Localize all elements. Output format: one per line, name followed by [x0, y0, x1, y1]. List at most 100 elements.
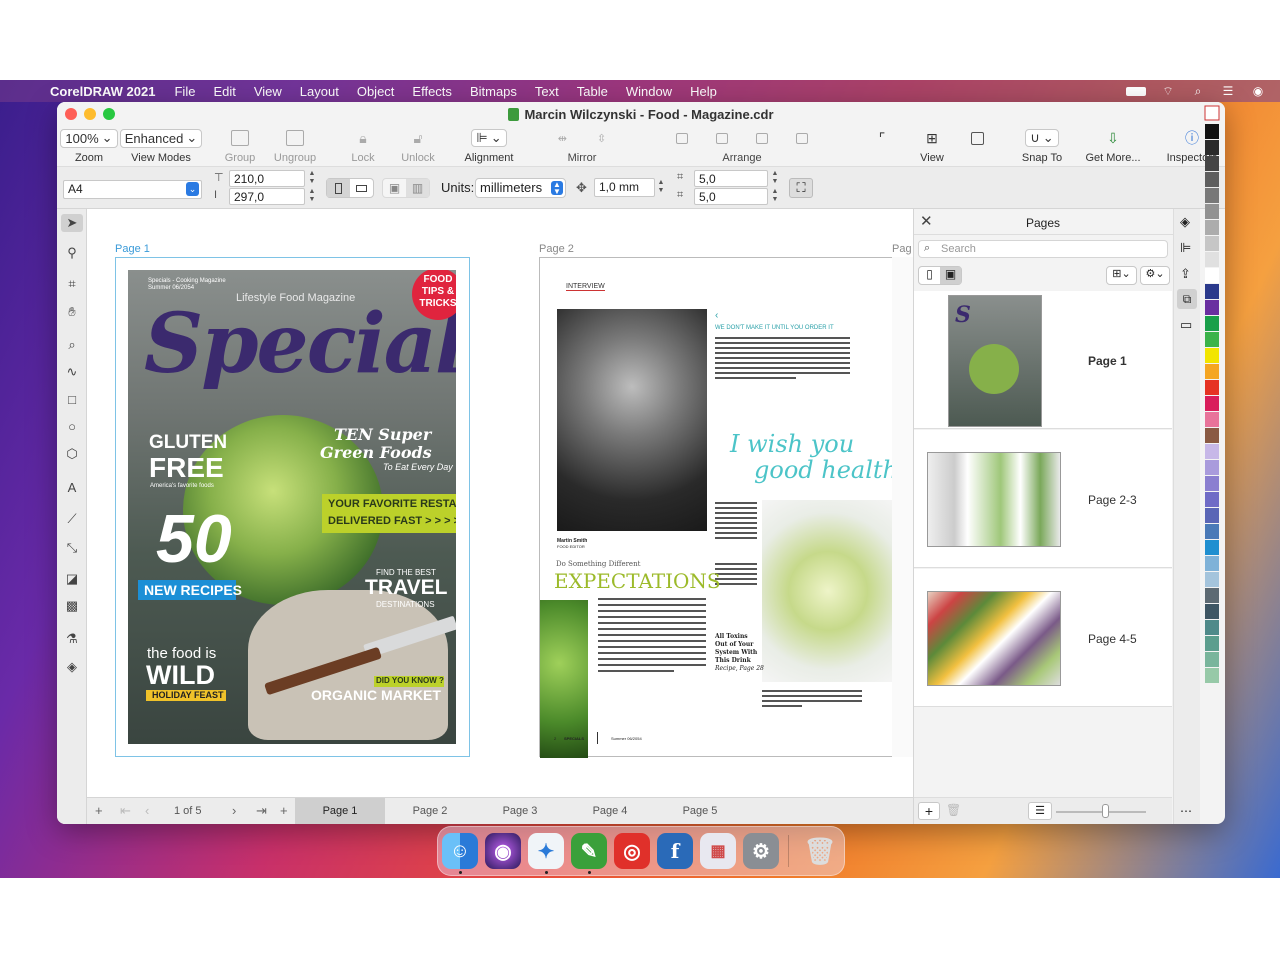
color-swatch[interactable]	[1205, 188, 1219, 203]
nudge-distance-input[interactable]: 1,0 mm	[594, 178, 655, 197]
finder-icon[interactable]: ☺	[442, 833, 478, 869]
trash-icon[interactable]: 🗑︎	[802, 833, 838, 869]
menu-table[interactable]: Table	[577, 84, 608, 99]
pages-docker-icon[interactable]: ⧉	[1177, 289, 1197, 309]
color-swatch[interactable]	[1205, 332, 1219, 347]
more-options-icon[interactable]: ⋯	[1180, 804, 1192, 818]
connector-tool-icon[interactable]: ⤡	[63, 539, 81, 557]
landscape-icon[interactable]	[350, 179, 373, 197]
duplicate-y-stepper[interactable]: ▲ ▼	[771, 188, 779, 205]
ungroup-button[interactable]: Ungroup	[274, 128, 316, 164]
snap-to-button[interactable]: ∪ ⌄ Snap To	[1022, 128, 1062, 164]
pan-tool-icon[interactable]: ✋︎	[63, 303, 81, 321]
tab-page-5[interactable]: Page 5	[655, 798, 745, 824]
alignment-dropdown[interactable]: ⊫ ⌄	[471, 129, 507, 147]
pages-search-input[interactable]: ⌕ Search	[918, 240, 1168, 258]
no-color-swatch[interactable]	[1204, 105, 1220, 121]
freehand-tool-icon[interactable]: ∿	[63, 363, 81, 381]
color-swatch[interactable]	[1205, 316, 1219, 331]
lock-button[interactable]: 🔒︎ Lock	[350, 128, 376, 165]
menu-object[interactable]: Object	[357, 84, 395, 99]
view-button[interactable]: ⊞ View	[917, 128, 947, 165]
tab-page-2[interactable]: Page 2	[385, 798, 475, 824]
menu-help[interactable]: Help	[690, 84, 717, 99]
color-swatch[interactable]	[1205, 396, 1219, 411]
crop-tool-icon[interactable]: ⌗	[63, 275, 81, 293]
color-swatch[interactable]	[1205, 524, 1219, 539]
rulers-button[interactable]	[967, 128, 987, 148]
next-page-icon[interactable]: ›	[232, 803, 236, 818]
color-swatch[interactable]	[1205, 508, 1219, 523]
color-swatch[interactable]	[1205, 204, 1219, 219]
drop-shadow-tool-icon[interactable]: ◪	[63, 570, 81, 588]
group-button[interactable]: Group	[225, 128, 255, 164]
color-swatch[interactable]	[1205, 252, 1219, 267]
trash-icon[interactable]: 🗑︎	[946, 803, 961, 817]
zoom-dropdown[interactable]: 100% ⌄	[60, 128, 118, 148]
thumbnail-size-dropdown[interactable]: ⊞⌄	[1106, 266, 1137, 285]
previous-page-icon[interactable]: ‹	[145, 803, 149, 818]
treat-as-filled-button[interactable]: ⛶	[789, 178, 813, 198]
page-1-thumbnail[interactable]: S	[948, 295, 1042, 427]
page-view-toggle[interactable]: ▯ ▣	[918, 266, 962, 285]
color-swatch[interactable]	[1205, 172, 1219, 187]
magazine-cover[interactable]: Specials - Cooking Magazine Summer 06/20…	[128, 270, 456, 744]
comments-icon[interactable]: ▭	[1180, 317, 1192, 333]
siri-menubar-icon[interactable]: ◉	[1250, 85, 1266, 97]
color-swatch[interactable]	[1205, 492, 1219, 507]
orientation-toggle[interactable]	[326, 178, 374, 198]
coreldraw-icon[interactable]: ✎	[571, 833, 607, 869]
page-apply-toggle[interactable]: ▣ ▥	[382, 178, 430, 198]
color-swatch[interactable]	[1205, 380, 1219, 395]
menu-layout[interactable]: Layout	[300, 84, 339, 99]
color-swatch[interactable]	[1205, 364, 1219, 379]
control-center-icon[interactable]: ☰	[1220, 85, 1236, 97]
menu-view[interactable]: View	[254, 84, 282, 99]
rectangle-tool-icon[interactable]: □	[63, 391, 81, 409]
page-1[interactable]: Specials - Cooking Magazine Summer 06/20…	[115, 257, 470, 757]
text-tool-icon[interactable]: A	[63, 479, 81, 497]
color-swatch[interactable]	[1205, 444, 1219, 459]
color-swatch[interactable]	[1205, 284, 1219, 299]
page-2-3-thumbnail[interactable]	[927, 452, 1061, 547]
objects-icon[interactable]: ⊫	[1180, 240, 1191, 256]
zoom-tool-icon[interactable]: ⌕	[63, 336, 81, 354]
color-swatch[interactable]	[1205, 220, 1219, 235]
menu-effects[interactable]: Effects	[412, 84, 452, 99]
menu-file[interactable]: File	[174, 84, 195, 99]
back-one-icon[interactable]	[756, 132, 768, 144]
snap-to-dropdown[interactable]: ∪ ⌄	[1025, 129, 1059, 147]
drawing-canvas[interactable]: Page 1 Page 2 Pag Specials - Cooking Mag…	[87, 209, 913, 797]
color-swatch[interactable]	[1205, 668, 1219, 683]
menu-text[interactable]: Text	[535, 84, 559, 99]
color-swatch[interactable]	[1205, 588, 1219, 603]
width-stepper[interactable]: ▲ ▼	[308, 170, 316, 187]
to-front-icon[interactable]	[676, 132, 688, 144]
pick-tool-icon[interactable]: ➤	[61, 214, 83, 232]
spread-view-icon[interactable]: ▣	[940, 267, 961, 284]
safari-icon[interactable]: ✦	[528, 833, 564, 869]
single-page-icon[interactable]: ▯	[919, 267, 940, 284]
page-2[interactable]: INTERVIEW Martin Smith FOOD EDITOR ‹ WE …	[539, 257, 913, 758]
color-swatch[interactable]	[1205, 412, 1219, 427]
page-thumbnail-row-1[interactable]: S Page 1	[914, 291, 1172, 429]
polygon-tool-icon[interactable]: ⬡	[63, 445, 81, 463]
color-swatch[interactable]	[1205, 540, 1219, 555]
get-more-button[interactable]: ⇩ Get More...	[1085, 128, 1140, 165]
font-app-icon[interactable]: f	[657, 833, 693, 869]
color-swatch[interactable]	[1205, 236, 1219, 251]
color-swatch[interactable]	[1205, 428, 1219, 443]
list-view-icon[interactable]: ☰	[1028, 802, 1052, 820]
color-swatch[interactable]	[1205, 652, 1219, 667]
color-swatch[interactable]	[1205, 268, 1219, 283]
page-4-5-thumbnail[interactable]	[927, 591, 1061, 686]
color-swatches[interactable]	[1203, 102, 1225, 717]
slider-handle[interactable]	[1102, 804, 1109, 818]
arrange-buttons[interactable]: Arrange	[657, 128, 827, 164]
page-thumbnail-row-2[interactable]: Page 2-3	[914, 430, 1172, 568]
duplicate-x-stepper[interactable]: ▲ ▼	[771, 170, 779, 187]
tab-page-4[interactable]: Page 4	[565, 798, 655, 824]
mirror-buttons[interactable]: ⇹ ⇳ Mirror	[537, 128, 627, 165]
all-pages-icon[interactable]: ▣	[383, 179, 406, 197]
docker-settings-dropdown[interactable]: ⚙⌄	[1140, 266, 1170, 285]
